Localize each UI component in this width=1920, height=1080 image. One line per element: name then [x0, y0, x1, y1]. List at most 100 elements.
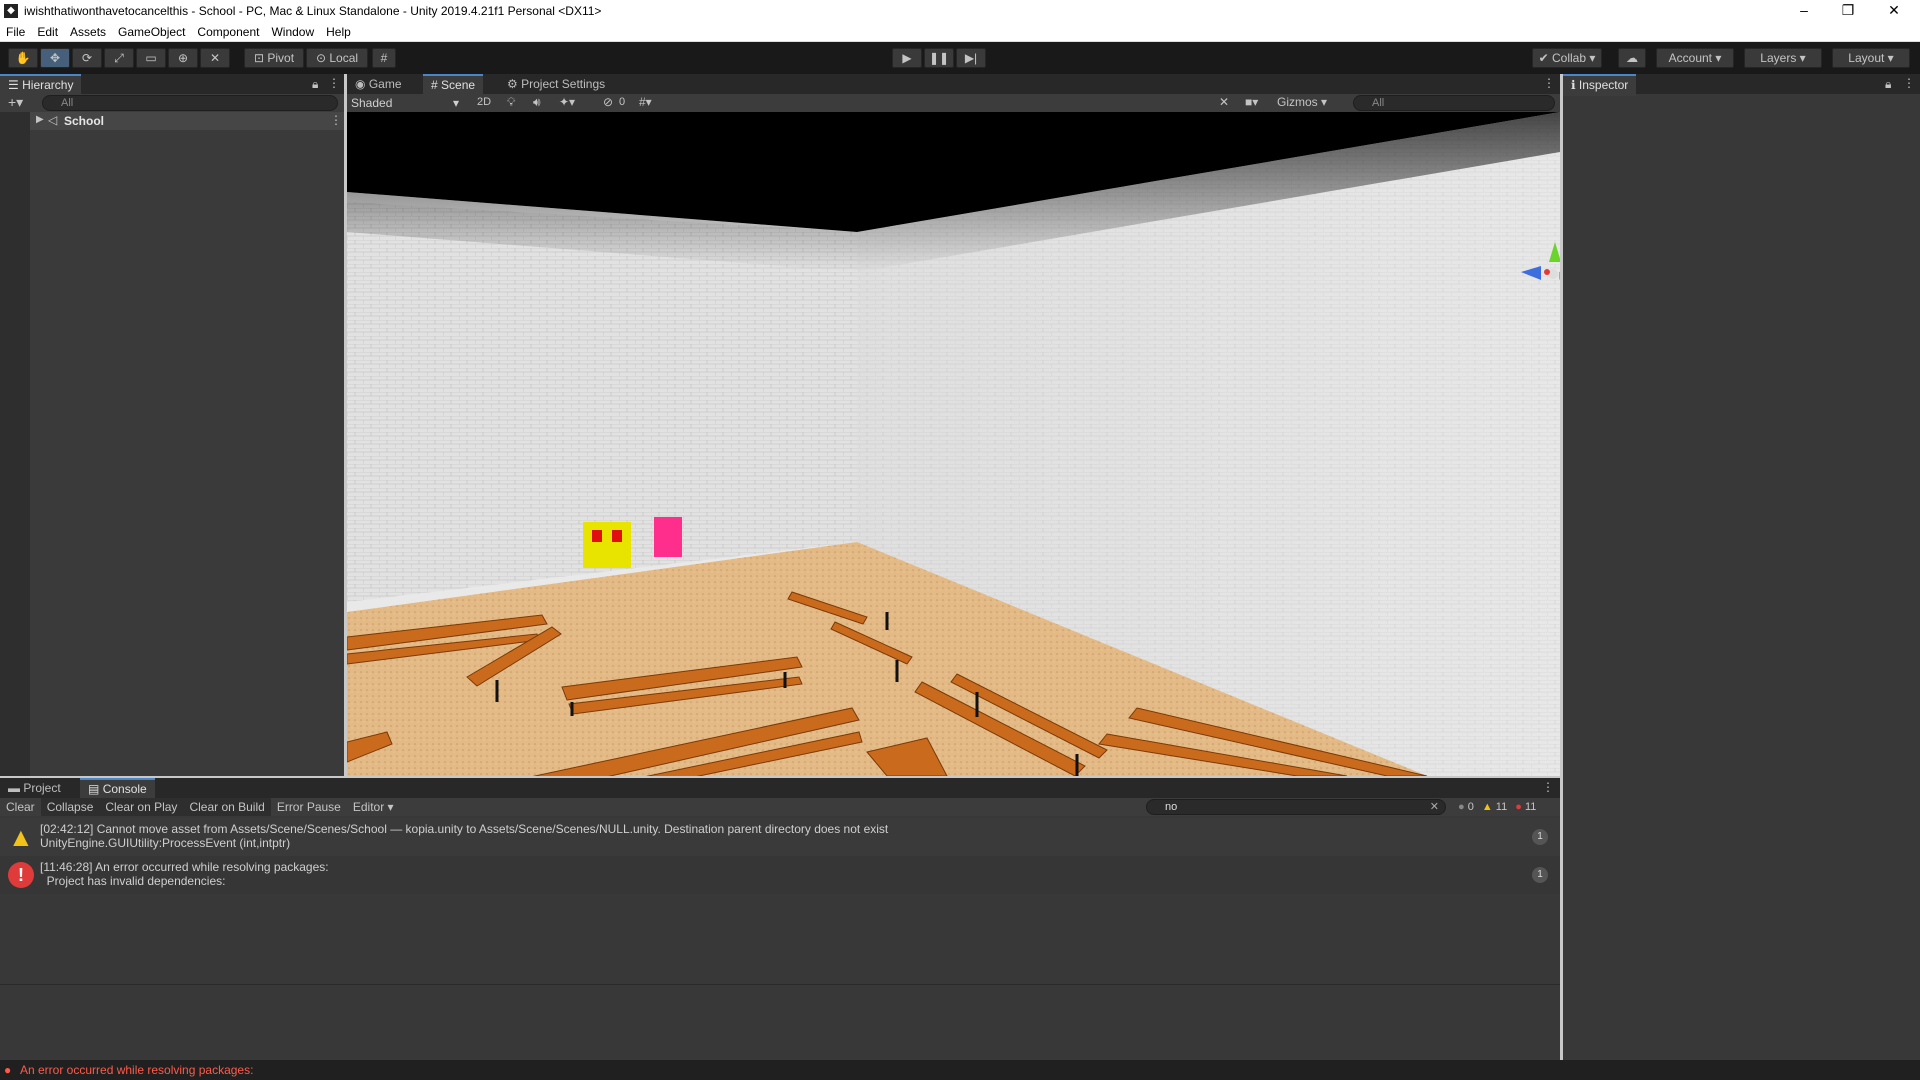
move-tool-icon[interactable]: ✥	[40, 48, 70, 68]
scene-search-placeholder: All	[1372, 97, 1385, 109]
pivot-toggle[interactable]: ⊡ Pivot	[244, 48, 304, 68]
error-toggle[interactable]: ● 11	[1511, 801, 1540, 813]
warning-count: 11	[1495, 801, 1508, 813]
effects-icon[interactable]: ✦▾	[559, 95, 575, 109]
tab-project-settings[interactable]: ⚙ Project Settings	[499, 74, 613, 94]
grid-snap-icon[interactable]: #	[372, 48, 396, 68]
console-tab-label: Console	[102, 782, 147, 796]
menu-component[interactable]: Component	[191, 22, 265, 42]
scene-search-input[interactable]: All	[1353, 95, 1555, 111]
clear-on-play-button[interactable]: Clear on Play	[99, 798, 184, 816]
console-icon: ▤	[88, 782, 100, 796]
yellow-poster	[583, 522, 631, 568]
close-button[interactable]: ✕	[1872, 0, 1916, 22]
tab-project[interactable]: ▬ Project	[0, 778, 69, 798]
console-search-value: no	[1165, 801, 1178, 813]
menu-file[interactable]: File	[0, 22, 31, 42]
inspector-lock-icon[interactable]: 🔒︎	[1885, 77, 1891, 92]
clear-search-icon[interactable]: ✕	[1430, 800, 1439, 814]
layout-dropdown[interactable]: Layout ▾	[1832, 48, 1910, 68]
tab-console[interactable]: ▤ Console	[80, 778, 155, 800]
pink-poster	[654, 517, 682, 557]
console-log-row[interactable]: ▲ [02:42:12] Cannot move asset from Asse…	[0, 818, 1560, 856]
scene-tabstrip: ◉ Game # Scene ⚙ Project Settings ⋮	[347, 74, 1560, 96]
status-message: An error occurred while resolving packag…	[20, 1063, 254, 1077]
pause-button[interactable]: ❚❚	[924, 48, 954, 68]
unity-logo-icon: ◆	[4, 4, 18, 18]
collab-button[interactable]: ✔ Collab ▾	[1532, 48, 1602, 68]
transform-tool-icon[interactable]: ⊕	[168, 48, 198, 68]
tab-game[interactable]: ◉ Game	[347, 74, 410, 94]
info-toggle[interactable]: ● 0	[1454, 801, 1478, 813]
tab-scene[interactable]: # Scene	[423, 74, 484, 96]
menu-edit[interactable]: Edit	[31, 22, 64, 42]
hierarchy-item-school[interactable]: ▶ ◁ School ⋮	[30, 112, 344, 130]
hidden-objects-icon[interactable]: ⊘	[603, 95, 613, 109]
console-buttons: Clear Collapse Clear on Play Clear on Bu…	[0, 798, 400, 816]
check-icon: ✔	[1538, 51, 1549, 65]
shading-mode-dropdown[interactable]: Shaded ▾	[351, 95, 463, 111]
info-icon: ℹ	[1571, 78, 1576, 92]
menu-help[interactable]: Help	[320, 22, 357, 42]
error-count-icon: ●	[1515, 801, 1522, 813]
scene-tab-label: Scene	[441, 78, 476, 92]
kebab-menu-icon[interactable]: ⋮	[328, 76, 340, 90]
audio-icon[interactable]: 🔊︎	[533, 95, 541, 110]
clear-on-build-button[interactable]: Clear on Build	[183, 798, 271, 816]
item-menu-icon[interactable]: ⋮	[330, 113, 342, 127]
hierarchy-tabstrip: ☰ Hierarchy 🔒︎ ⋮	[0, 74, 344, 96]
scene-viewport[interactable]	[347, 112, 1560, 776]
console-search-input[interactable]: no ✕	[1146, 799, 1446, 815]
lighting-icon[interactable]: 💡︎	[507, 95, 515, 110]
main-toolbar: ✋ ✥ ⟳ ⤢ ▭ ⊕ ✕ ⊡ Pivot ⊙ Local # ▶ ❚❚ ▶| …	[0, 42, 1920, 74]
scale-tool-icon[interactable]: ⤢	[104, 48, 134, 68]
console-log-row[interactable]: ! [11:46:28] An error occurred while res…	[0, 856, 1560, 894]
lock-icon[interactable]: 🔒︎	[312, 77, 318, 92]
hierarchy-search-input[interactable]: All	[42, 95, 338, 111]
expand-arrow-icon[interactable]: ▶	[36, 114, 44, 125]
console-menu-icon[interactable]: ⋮	[1542, 780, 1554, 794]
account-label: Account	[1668, 51, 1712, 65]
collapse-button[interactable]: Collapse	[40, 798, 100, 816]
cloud-icon[interactable]: ☁	[1618, 48, 1646, 68]
grid-toggle-icon[interactable]: #▾	[639, 95, 652, 109]
add-icon[interactable]: +▾	[8, 94, 23, 111]
account-dropdown[interactable]: Account ▾	[1656, 48, 1734, 68]
menu-window[interactable]: Window	[265, 22, 320, 42]
editor-dropdown[interactable]: Editor ▾	[347, 798, 400, 816]
step-button[interactable]: ▶|	[956, 48, 986, 68]
toggle-2d-button[interactable]: 2D	[473, 96, 495, 108]
custom-tool-icon[interactable]: ✕	[200, 48, 230, 68]
maximize-button[interactable]: ❐	[1826, 0, 1870, 22]
minimize-button[interactable]: –	[1782, 0, 1826, 22]
scene-menu-icon[interactable]: ⋮	[1543, 76, 1555, 90]
local-toggle[interactable]: ⊙ Local	[306, 48, 368, 68]
tab-hierarchy[interactable]: ☰ Hierarchy	[0, 74, 82, 96]
scene-icon: ◁	[48, 113, 58, 127]
gizmos-dropdown[interactable]: Gizmos ▾	[1277, 95, 1327, 109]
dropdown-arrow-icon: ▾	[452, 96, 459, 110]
hand-tool-icon[interactable]: ✋	[8, 48, 38, 68]
project-tab-label: Project	[23, 781, 61, 795]
rotate-tool-icon[interactable]: ⟳	[72, 48, 102, 68]
local-label: Local	[329, 51, 359, 65]
warning-toggle[interactable]: ▲ 11	[1478, 801, 1511, 813]
inspector-tab-label: Inspector	[1578, 78, 1629, 92]
console-tabstrip: ▬ Project ▤ Console ⋮	[0, 778, 1560, 800]
camera-icon[interactable]: ■▾	[1245, 95, 1258, 109]
rect-tool-icon[interactable]: ▭	[136, 48, 166, 68]
tab-inspector[interactable]: ℹ Inspector	[1563, 74, 1637, 96]
clear-button[interactable]: Clear	[0, 798, 41, 816]
menu-gameobject[interactable]: GameObject	[112, 22, 191, 42]
error-pause-button[interactable]: Error Pause	[271, 798, 347, 816]
play-button[interactable]: ▶	[892, 48, 922, 68]
tools-icon[interactable]: ✕	[1219, 95, 1229, 109]
status-bar[interactable]: ● An error occurred while resolving pack…	[0, 1060, 1920, 1080]
log-message-line1: [11:46:28] An error occurred while resol…	[40, 860, 329, 874]
layers-dropdown[interactable]: Layers ▾	[1744, 48, 1822, 68]
console-divider[interactable]	[0, 984, 1560, 985]
scene-toolbar: Shaded ▾ 2D 💡︎ 🔊︎ ✦▾ ⊘ 0 #▾ ✕ ■▾ Gizmos ▾…	[347, 94, 1560, 112]
menu-assets[interactable]: Assets	[64, 22, 112, 42]
inspector-menu-icon[interactable]: ⋮	[1903, 76, 1915, 90]
window-title-bar: ◆ iwishthatiwonthavetocancelthis - Schoo…	[0, 0, 1920, 22]
